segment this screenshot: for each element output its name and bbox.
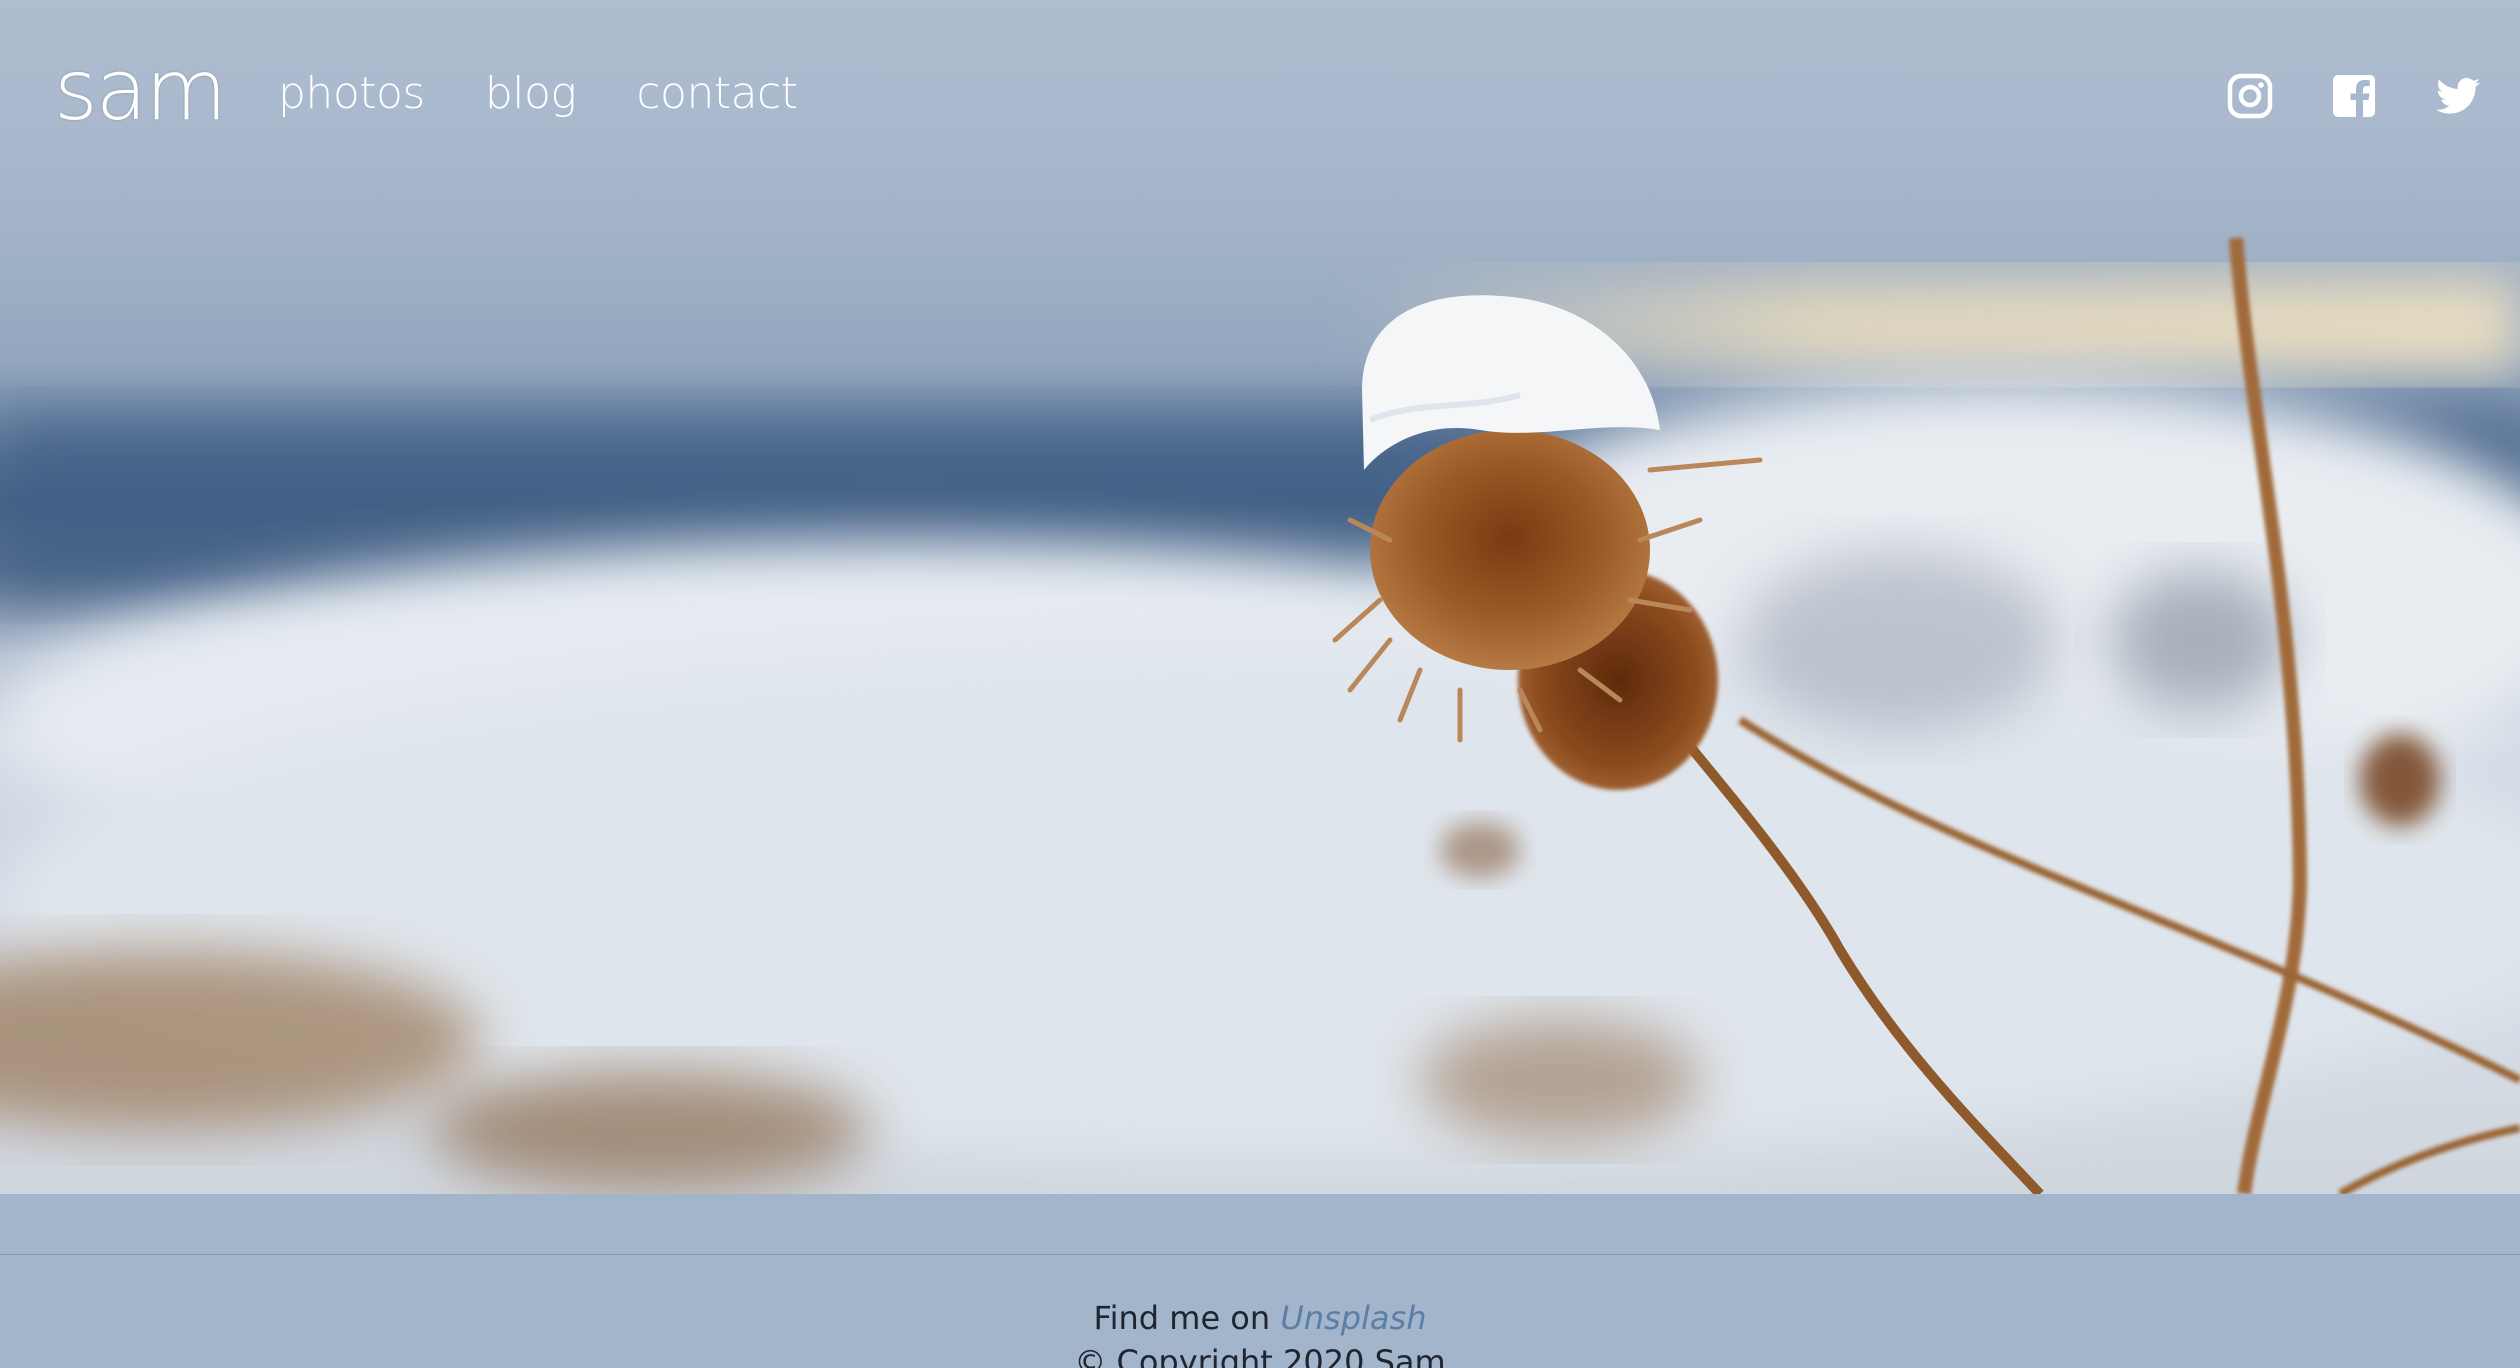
nav-link-contact[interactable]: contact xyxy=(636,72,798,116)
facebook-icon xyxy=(2333,75,2375,117)
nav-link-blog[interactable]: blog xyxy=(485,72,577,116)
footer-divider xyxy=(0,1254,2520,1255)
twitter-icon xyxy=(2436,77,2480,114)
copyright: © Copyright 2020 Sam xyxy=(1074,1343,1446,1368)
site-logo[interactable]: sam xyxy=(54,48,227,132)
nav-link-photos[interactable]: photos xyxy=(278,72,425,116)
twitter-link[interactable] xyxy=(2434,72,2482,120)
nav-links: photos blog contact xyxy=(278,72,798,116)
find-me-line: Find me on Unsplash xyxy=(0,1296,2520,1340)
instagram-link[interactable] xyxy=(2226,72,2274,120)
instagram-icon xyxy=(2227,73,2273,119)
page: sam photos blog contact Find me on Unspl… xyxy=(0,0,2520,1368)
footer-text: Find me on Unsplash © Copyright 2020 Sam xyxy=(0,1296,2520,1368)
footer: Find me on Unsplash © Copyright 2020 Sam xyxy=(0,1194,2520,1368)
facebook-link[interactable] xyxy=(2330,72,2378,120)
top-navigation: sam photos blog contact xyxy=(0,0,2520,200)
unsplash-link[interactable]: Unsplash xyxy=(1280,1299,1426,1337)
find-me-prefix: Find me on xyxy=(1093,1299,1281,1337)
social-links xyxy=(2226,72,2482,120)
